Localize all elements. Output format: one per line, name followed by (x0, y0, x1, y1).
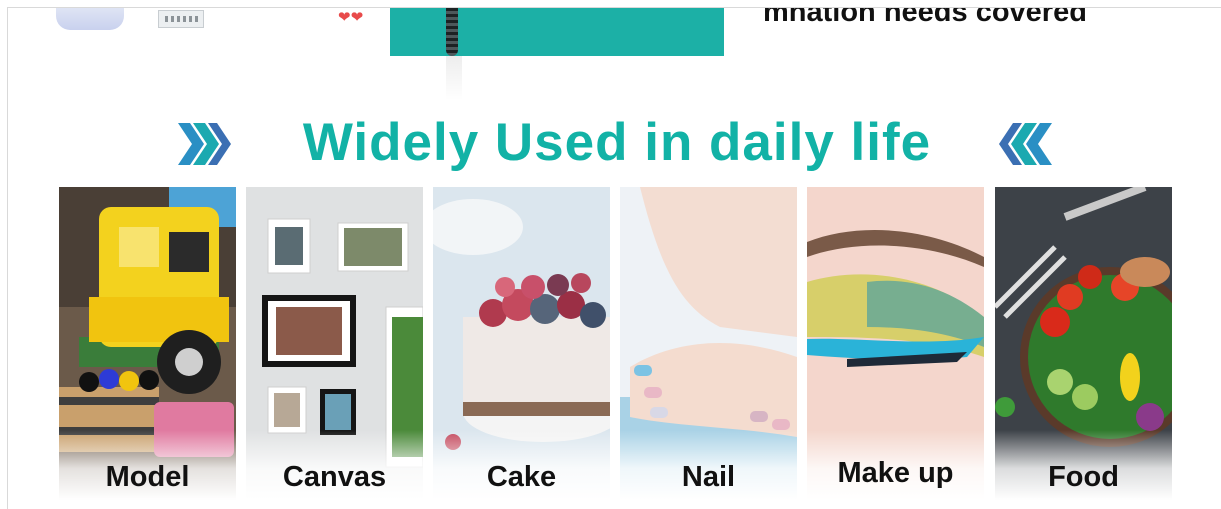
product-image-cropped (158, 10, 204, 28)
gallery-card-makeup[interactable]: Make up (807, 187, 984, 500)
section-heading-row: Widely Used in daily life (8, 113, 1221, 173)
gallery-label: Canvas (282, 461, 387, 493)
braided-cable-image (446, 8, 458, 56)
top-banner-strip: ❤ ❤ mnation needs covered (8, 7, 1221, 100)
gallery-label: Food (1048, 461, 1119, 493)
double-chevron-left-icon (999, 123, 1052, 165)
use-case-gallery: Model Canvas Cake Nail Make up Food (59, 187, 1172, 500)
heart-icon: ❤ ❤ (338, 9, 363, 26)
gallery-card-food[interactable]: Food (995, 187, 1172, 500)
product-page: ❤ ❤ mnation needs covered Widely Used in… (7, 7, 1221, 509)
double-chevron-right-icon (178, 123, 231, 165)
cropped-banner-text: mnation needs covered (763, 7, 1087, 28)
teal-banner-block (390, 8, 724, 56)
section-title: Widely Used in daily life (302, 113, 932, 172)
gallery-label: Make up (837, 457, 954, 489)
gallery-card-nail[interactable]: Nail (620, 187, 797, 500)
gallery-card-cake[interactable]: Cake (433, 187, 610, 500)
product-image-cropped (56, 8, 124, 30)
gallery-card-canvas[interactable]: Canvas (246, 187, 423, 500)
gallery-label: Nail (681, 461, 736, 493)
cable-shadow (446, 56, 462, 100)
gallery-card-model[interactable]: Model (59, 187, 236, 500)
gallery-label: Model (105, 461, 190, 493)
gallery-label: Cake (486, 461, 557, 493)
